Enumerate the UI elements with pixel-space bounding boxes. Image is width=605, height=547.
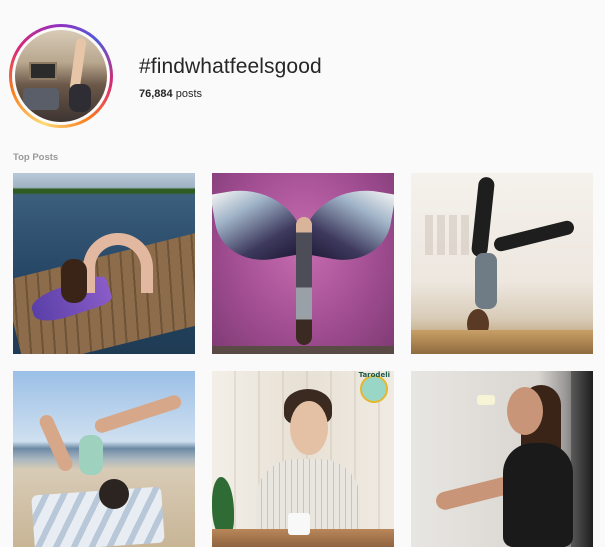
hashtag-header: #findwhatfeelsgood 76,884 posts — [0, 0, 605, 140]
post-tile-2[interactable] — [212, 173, 394, 354]
post-tile-3[interactable] — [411, 173, 593, 354]
top-posts-label: Top Posts — [13, 152, 59, 163]
hashtag-title: #findwhatfeelsgood — [139, 55, 322, 78]
avatar-image — [15, 30, 107, 122]
hashtag-avatar[interactable] — [9, 24, 113, 128]
post-tile-4[interactable] — [13, 371, 195, 547]
post-count: 76,884 posts — [139, 88, 202, 100]
post-count-label: posts — [175, 88, 203, 100]
post-tile-5[interactable]: Tarodeli — [212, 371, 394, 547]
post-count-number: 76,884 — [139, 88, 173, 100]
post-tile-1[interactable] — [13, 173, 195, 354]
brand-logo-badge — [360, 375, 388, 403]
post-tile-6[interactable] — [411, 371, 593, 547]
brand-logo-text: Tarodeli — [358, 371, 390, 379]
